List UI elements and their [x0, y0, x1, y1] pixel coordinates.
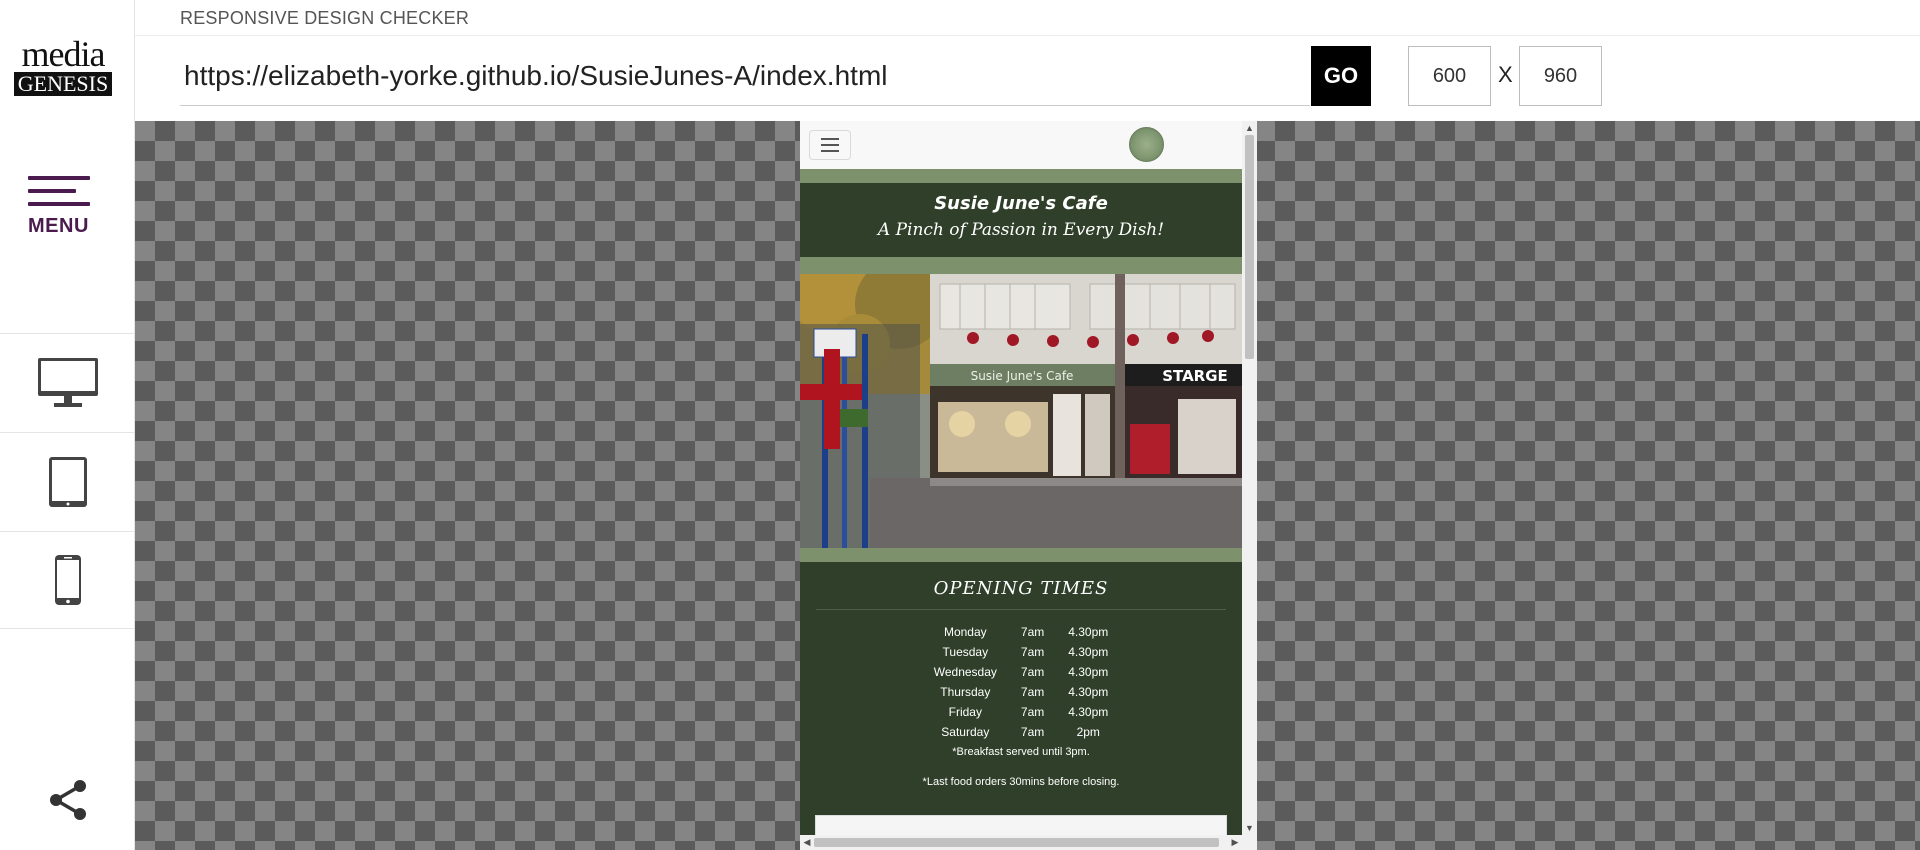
- url-input[interactable]: [180, 46, 1310, 106]
- scroll-up-icon[interactable]: ▲: [1242, 121, 1257, 135]
- menu-label: MENU: [28, 215, 89, 237]
- phone-icon: [54, 555, 81, 605]
- opening-times-divider: [816, 609, 1226, 610]
- site-nav-toggle-button[interactable]: [809, 130, 851, 160]
- site-header: Susie June's Cafe A Pinch of Passion in …: [800, 183, 1242, 257]
- site-logo[interactable]: [1129, 127, 1164, 162]
- hours-day: Monday: [943, 625, 987, 639]
- horizontal-scrollbar[interactable]: ◀ ▶: [800, 835, 1257, 850]
- table-row: Friday 7am 4.30pm: [922, 702, 1121, 722]
- last-orders-note: *Last food orders 30mins before closing.: [922, 776, 1120, 788]
- hours-close: 4.30pm: [1068, 645, 1109, 659]
- vertical-scroll-thumb[interactable]: [1245, 135, 1254, 359]
- width-input[interactable]: [1408, 46, 1491, 106]
- hours-close: 4.30pm: [1068, 625, 1109, 639]
- header-divider: [135, 35, 1920, 36]
- table-row: Monday 7am 4.30pm: [922, 622, 1121, 642]
- green-band: [800, 548, 1242, 562]
- table-row: Tuesday 7am 4.30pm: [922, 642, 1121, 662]
- cafe-storefront-photo: Susie June's Cafe STARGE: [800, 274, 1242, 548]
- vertical-scrollbar[interactable]: ▲ ▼: [1242, 121, 1257, 835]
- hours-open: 7am: [1020, 645, 1045, 659]
- share-icon: [50, 780, 86, 820]
- desktop-monitor-icon: [37, 357, 98, 407]
- app-title: RESPONSIVE DESIGN CHECKER: [180, 8, 470, 28]
- hours-open: 7am: [1020, 725, 1045, 739]
- hours-day: Saturday: [941, 725, 990, 739]
- menu-button[interactable]: MENU: [28, 176, 92, 252]
- site-navbar: [800, 121, 1242, 169]
- desktop-view-button[interactable]: [0, 333, 135, 431]
- share-button[interactable]: [46, 778, 90, 822]
- tablet-icon: [48, 456, 87, 507]
- phone-view-button[interactable]: [0, 531, 135, 629]
- dimension-separator: X: [1498, 62, 1513, 87]
- breakfast-note: *Breakfast served until 3pm.: [952, 746, 1090, 758]
- scroll-left-icon[interactable]: ◀: [800, 835, 814, 850]
- table-row: Saturday 7am 2pm: [922, 722, 1121, 742]
- photo-cafe-sign: Susie June's Cafe: [971, 369, 1074, 383]
- height-input[interactable]: [1519, 46, 1602, 106]
- opening-times-title: OPENING TIMES: [933, 578, 1109, 599]
- preview-frame[interactable]: Susie June's Cafe A Pinch of Passion in …: [800, 121, 1257, 850]
- site-tagline: A Pinch of Passion in Every Dish!: [877, 220, 1165, 240]
- hours-day: Wednesday: [933, 665, 997, 679]
- photo-shop-sign: STARGE: [1162, 367, 1228, 385]
- opening-hours-table: Monday 7am 4.30pm Tuesday 7am 4.30pm Wed…: [922, 622, 1121, 742]
- green-band: [800, 257, 1242, 274]
- hours-open: 7am: [1020, 665, 1045, 679]
- hours-close: 4.30pm: [1068, 665, 1109, 679]
- hours-close: 2pm: [1076, 725, 1100, 739]
- hours-open: 7am: [1020, 705, 1045, 719]
- go-button[interactable]: GO: [1311, 46, 1371, 106]
- green-band: [800, 169, 1242, 183]
- table-row: Wednesday 7am 4.30pm: [922, 662, 1121, 682]
- hours-day: Friday: [948, 705, 982, 719]
- scroll-down-icon[interactable]: ▼: [1242, 821, 1257, 835]
- table-row: Thursday 7am 4.30pm: [922, 682, 1121, 702]
- hours-day: Thursday: [940, 685, 991, 699]
- scroll-right-icon[interactable]: ▶: [1228, 835, 1242, 850]
- logo-text-top: media: [21, 34, 106, 74]
- hamburger-icon: [28, 176, 92, 206]
- media-genesis-logo[interactable]: media GENESIS: [14, 34, 112, 96]
- hours-day: Tuesday: [942, 645, 989, 659]
- hours-close: 4.30pm: [1068, 685, 1109, 699]
- top-header: RESPONSIVE DESIGN CHECKER GO X: [135, 0, 1920, 121]
- hours-open: 7am: [1020, 625, 1045, 639]
- sidebar: media GENESIS MENU: [0, 0, 135, 850]
- site-title: Susie June's Cafe: [934, 193, 1108, 214]
- previewed-site: Susie June's Cafe A Pinch of Passion in …: [800, 121, 1242, 840]
- hours-close: 4.30pm: [1068, 705, 1109, 719]
- opening-times-section: OPENING TIMES Monday 7am 4.30pm Tuesday …: [800, 562, 1242, 840]
- logo-text-bottom: GENESIS: [14, 72, 112, 96]
- tablet-view-button[interactable]: [0, 432, 135, 530]
- hours-open: 7am: [1020, 685, 1045, 699]
- horizontal-scroll-thumb[interactable]: [814, 838, 1219, 847]
